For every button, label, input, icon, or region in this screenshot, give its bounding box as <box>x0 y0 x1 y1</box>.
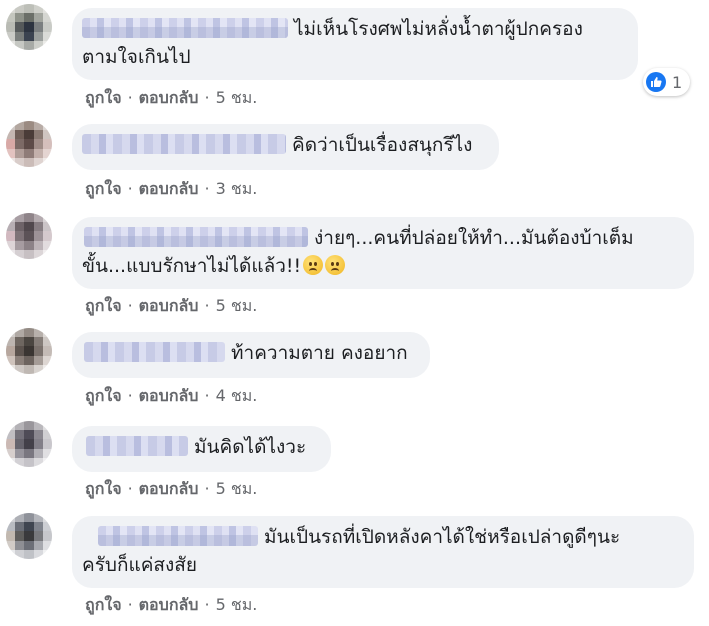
avatar[interactable] <box>6 4 52 50</box>
comment-text: ไม่เห็นโรงศพไม่หลั่งน้ำตาผู้ปกครอง <box>294 18 583 40</box>
avatar[interactable] <box>6 121 52 167</box>
comment-text: มันคิดได้ไงวะ <box>194 436 307 458</box>
separator-dot: · <box>127 479 133 498</box>
separator-dot: · <box>127 386 133 405</box>
comment-bubble: มันเป็นรถที่เปิดหลังคาได้ใช่หรือเปล่าดูด… <box>72 516 694 588</box>
reaction-badge[interactable]: 1 <box>643 68 691 96</box>
comment-actions: ถูกใจ · ตอบกลับ · 5 ชม. <box>85 593 257 618</box>
comment-actions: ถูกใจ · ตอบกลับ · 3 ชม. <box>85 177 257 202</box>
commenter-name-blurred[interactable] <box>82 18 288 38</box>
reply-link[interactable]: ตอบกลับ <box>139 479 199 498</box>
comment-thread: ไม่เห็นโรงศพไม่หลั่งน้ำตาผู้ปกครอง ตามใจ… <box>0 0 709 626</box>
comment-bubble: ท้าความตาย คงอยาก <box>72 332 430 378</box>
comment-timestamp[interactable]: 3 ชม. <box>216 179 258 198</box>
comment-bubble: มันคิดได้ไงวะ <box>72 426 331 472</box>
reply-link[interactable]: ตอบกลับ <box>139 179 199 198</box>
comment-timestamp[interactable]: 5 ชม. <box>216 479 258 498</box>
avatar[interactable] <box>6 213 52 259</box>
separator-dot: · <box>204 296 210 315</box>
commenter-name-blurred[interactable] <box>98 526 258 546</box>
reply-link[interactable]: ตอบกลับ <box>139 88 199 107</box>
separator-dot: · <box>127 296 133 315</box>
reply-link[interactable]: ตอบกลับ <box>139 595 199 614</box>
separator-dot: · <box>127 88 133 107</box>
separator-dot: · <box>127 179 133 198</box>
comment-text: คิดว่าเป็นเรื่องสนุกรึไง <box>292 134 473 156</box>
comment-actions: ถูกใจ · ตอบกลับ · 5 ชม. <box>85 86 257 111</box>
like-link[interactable]: ถูกใจ <box>85 88 122 107</box>
comment-bubble: คิดว่าเป็นเรื่องสนุกรึไง <box>72 124 499 170</box>
comment-bubble: ง่ายๆ...คนที่ปล่อยให้ทำ...มันต้องบ้าเต็ม… <box>72 217 694 289</box>
comment-actions: ถูกใจ · ตอบกลับ · 5 ชม. <box>85 294 257 319</box>
comment-text: มันเป็นรถที่เปิดหลังคาได้ใช่หรือเปล่าดูด… <box>264 526 621 548</box>
comment-text: ขั้น...แบบรักษาไม่ได้แล้ว!! <box>82 255 302 277</box>
commenter-name-blurred[interactable] <box>84 342 225 362</box>
separator-dot: · <box>204 479 210 498</box>
reaction-count: 1 <box>672 72 683 92</box>
separator-dot: · <box>204 88 210 107</box>
comment-actions: ถูกใจ · ตอบกลับ · 4 ชม. <box>85 384 257 409</box>
like-link[interactable]: ถูกใจ <box>85 479 122 498</box>
avatar[interactable] <box>6 421 52 467</box>
commenter-name-blurred[interactable] <box>82 134 286 154</box>
comment-text: ท้าความตาย คงอยาก <box>231 342 408 364</box>
reply-link[interactable]: ตอบกลับ <box>139 296 199 315</box>
separator-dot: · <box>204 595 210 614</box>
like-link[interactable]: ถูกใจ <box>85 296 122 315</box>
comment-text: ง่ายๆ...คนที่ปล่อยให้ทำ...มันต้องบ้าเต็ม <box>314 227 634 249</box>
separator-dot: · <box>204 386 210 405</box>
comment-text: ครับก็แค่สงสัย <box>82 554 198 576</box>
comment-text: ตามใจเกินไป <box>82 46 191 68</box>
comment-timestamp[interactable]: 5 ชม. <box>216 595 258 614</box>
like-link[interactable]: ถูกใจ <box>85 595 122 614</box>
avatar[interactable] <box>6 328 52 374</box>
commenter-name-blurred[interactable] <box>86 436 188 456</box>
like-link[interactable]: ถูกใจ <box>85 386 122 405</box>
comment-timestamp[interactable]: 5 ชม. <box>216 296 258 315</box>
thumbs-up-icon <box>646 72 666 92</box>
comment-timestamp[interactable]: 5 ชม. <box>216 88 258 107</box>
comment-actions: ถูกใจ · ตอบกลับ · 5 ชม. <box>85 477 257 502</box>
like-link[interactable]: ถูกใจ <box>85 179 122 198</box>
commenter-name-blurred[interactable] <box>84 227 308 247</box>
comment-bubble: ไม่เห็นโรงศพไม่หลั่งน้ำตาผู้ปกครอง ตามใจ… <box>72 8 638 80</box>
separator-dot: · <box>127 595 133 614</box>
frowning-face-emoji <box>303 255 324 275</box>
reply-link[interactable]: ตอบกลับ <box>139 386 199 405</box>
frowning-face-emoji <box>325 255 346 275</box>
separator-dot: · <box>204 179 210 198</box>
avatar[interactable] <box>6 513 52 559</box>
comment-timestamp[interactable]: 4 ชม. <box>216 386 258 405</box>
